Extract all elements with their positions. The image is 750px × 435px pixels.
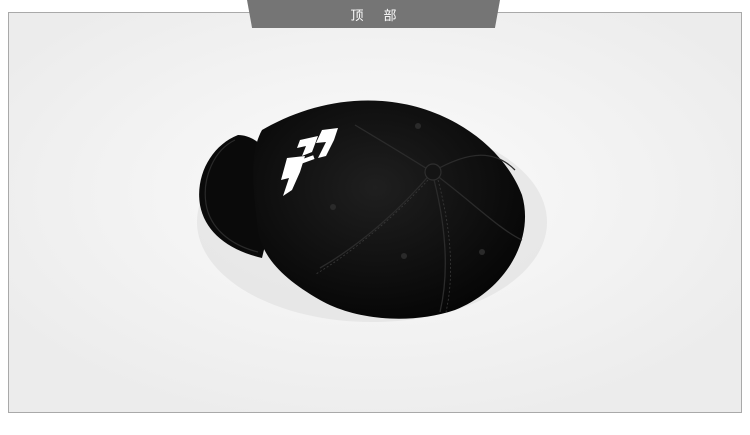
eyelet (330, 204, 336, 210)
eyelet (415, 123, 421, 129)
section-title: 顶部 (350, 8, 417, 24)
cap-button (424, 163, 442, 181)
section-header-tab: 顶部 (247, 0, 500, 28)
eyelet (479, 249, 485, 255)
eyelet (401, 253, 407, 259)
product-photo (9, 13, 741, 412)
